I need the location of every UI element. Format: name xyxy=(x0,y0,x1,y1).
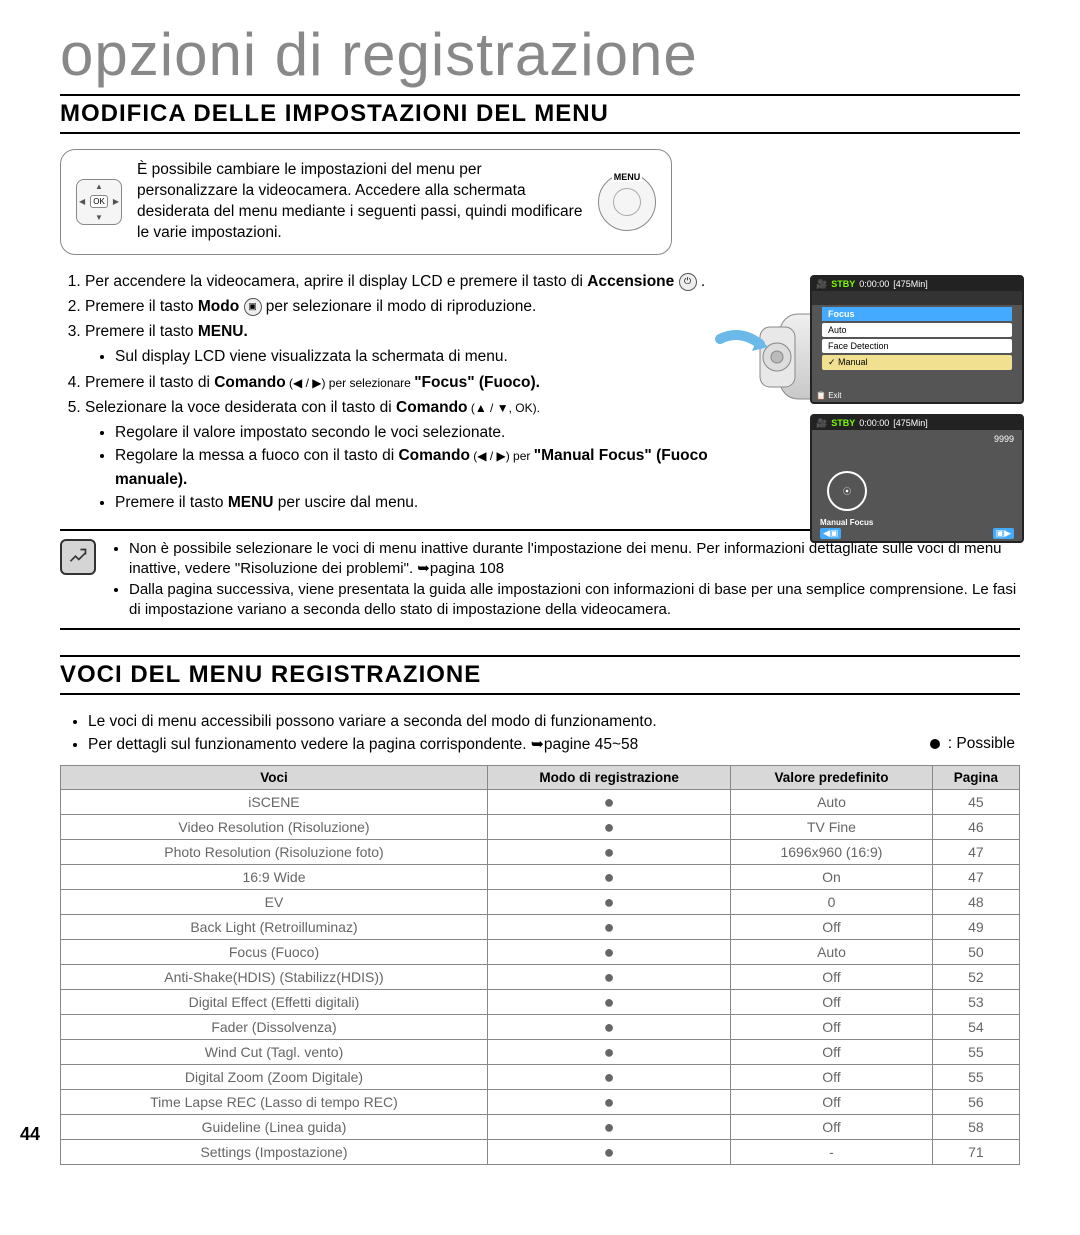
table-row: Video Resolution (Risoluzione)●TV Fine46 xyxy=(61,814,1020,839)
section2-heading: VOCI DEL MENU REGISTRAZIONE xyxy=(60,655,1020,695)
intro-box: ▲ ▼ ◀ ▶ OK È possibile cambiare le impos… xyxy=(60,149,672,255)
power-icon: ⏻ xyxy=(679,273,697,291)
table-row: Back Light (Retroilluminaz)●Off49 xyxy=(61,914,1020,939)
lcd-screen-2: 🎥STBY 0:00:00 [475Min] 9999 ⦿ Manual Foc… xyxy=(810,414,1024,543)
page-title: opzioni di registrazione xyxy=(60,20,1020,89)
table-header: Valore predefinito xyxy=(731,765,933,789)
table-row: Time Lapse REC (Lasso di tempo REC)●Off5… xyxy=(61,1089,1020,1114)
table-row: Settings (Impostazione)●-71 xyxy=(61,1139,1020,1164)
table-legend: : Possible xyxy=(930,735,1015,753)
table-header: Modo di registrazione xyxy=(487,765,730,789)
page-number: 44 xyxy=(20,1124,40,1145)
section2-intro: Le voci di menu accessibili possono vari… xyxy=(60,710,1020,757)
table-row: Digital Zoom (Zoom Digitale)●Off55 xyxy=(61,1064,1020,1089)
table-row: Fader (Dissolvenza)●Off54 xyxy=(61,1014,1020,1039)
intro-text: È possibile cambiare le impostazioni del… xyxy=(137,160,583,244)
table-header: Voci xyxy=(61,765,488,789)
table-row: EV●048 xyxy=(61,889,1020,914)
table-row: Photo Resolution (Risoluzione foto)●1696… xyxy=(61,839,1020,864)
lcd-screen-1: 🎥STBY 0:00:00 [475Min] Focus Auto Face D… xyxy=(810,275,1024,404)
note-icon xyxy=(60,539,96,575)
table-header: Pagina xyxy=(932,765,1019,789)
mode-icon: ▣ xyxy=(244,298,262,316)
table-row: Wind Cut (Tagl. vento)●Off55 xyxy=(61,1039,1020,1064)
table-row: Guideline (Linea guida)●Off58 xyxy=(61,1114,1020,1139)
table-row: Anti-Shake(HDIS) (Stabilizz(HDIS))●Off52 xyxy=(61,964,1020,989)
section1-heading: MODIFICA DELLE IMPOSTAZIONI DEL MENU xyxy=(60,94,1020,134)
dpad-icon: ▲ ▼ ◀ ▶ OK xyxy=(76,179,122,225)
table-row: iSCENE●Auto45 xyxy=(61,789,1020,814)
table-row: 16:9 Wide●On47 xyxy=(61,864,1020,889)
table-row: Digital Effect (Effetti digitali)●Off53 xyxy=(61,989,1020,1014)
table-row: Focus (Fuoco)●Auto50 xyxy=(61,939,1020,964)
menu-button-icon: MENU xyxy=(598,173,656,231)
menu-table: VociModo di registrazioneValore predefin… xyxy=(60,765,1020,1165)
